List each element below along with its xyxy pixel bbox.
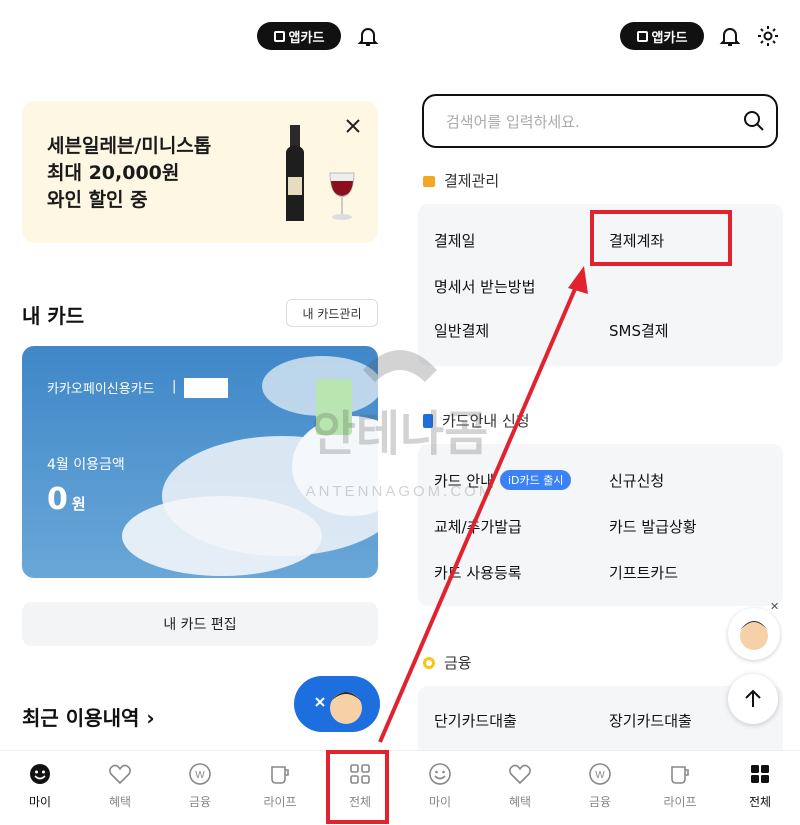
chevron-right-icon: › <box>146 706 155 730</box>
menu-gift-card[interactable]: 기프트카드 <box>609 562 678 583</box>
menu-long-term-loan[interactable]: 장기카드대출 <box>609 710 692 731</box>
svg-text:W: W <box>195 770 205 781</box>
menu-card-registration[interactable]: 카드 사용등록 <box>434 562 522 583</box>
id-card-badge: iD카드 출시 <box>499 470 572 490</box>
nav-my[interactable]: 마이 <box>0 761 80 810</box>
wine-image <box>286 125 355 221</box>
bell-icon[interactable] <box>718 24 742 48</box>
menu-new-application[interactable]: 신규신청 <box>609 470 664 491</box>
search-placeholder: 검색어를 입력하세요. <box>446 113 580 131</box>
card-name: 카카오페이신용카드 <box>47 382 155 397</box>
group-title-card-guide: 카드안내 신청 <box>422 410 530 431</box>
svg-text:W: W <box>595 770 605 781</box>
chatbot-bubble[interactable] <box>294 676 380 732</box>
wallet-icon <box>423 175 435 187</box>
menu-reissue[interactable]: 교체/추가발급 <box>434 516 522 537</box>
menu-short-term-loan[interactable]: 단기카드대출 <box>434 710 517 731</box>
scan-icon <box>636 30 648 42</box>
grid-icon <box>751 765 769 783</box>
card-separator: | <box>172 379 177 394</box>
wine-promo-banner[interactable]: 세븐일레븐/미니스톱 최대 20,000원 와인 할인 중 <box>22 101 378 243</box>
nav-life[interactable]: 라이프 <box>240 761 320 810</box>
nav-label: 마이 <box>428 795 452 809</box>
group-title-label: 금융 <box>444 654 472 672</box>
menu-statement-method[interactable]: 명세서 받는방법 <box>434 276 535 297</box>
avatar-icon <box>315 692 362 724</box>
appcard-button[interactable]: 앱카드 <box>620 22 704 50</box>
menu-sms-payment[interactable]: SMS결제 <box>609 320 669 341</box>
scroll-top-button[interactable] <box>728 674 778 724</box>
nav-finance[interactable]: W 금융 <box>560 761 640 810</box>
bottom-nav-right: 마이 혜택 W 금융 라이프 전체 <box>400 750 800 825</box>
manage-card-button[interactable]: 내 카드관리 <box>286 299 378 327</box>
nav-my[interactable]: 마이 <box>400 761 480 810</box>
menu-general-payment[interactable]: 일반결제 <box>434 320 489 341</box>
group-title-label: 카드안내 신청 <box>442 412 530 430</box>
card-thumbnail <box>316 379 352 435</box>
usage-label: 4월 이용금액 <box>47 457 125 473</box>
group-title-label: 결제관리 <box>444 172 500 190</box>
promo-text: 세븐일레븐/미니스톱 최대 20,000원 와인 할인 중 <box>47 133 211 214</box>
appcard-button[interactable]: 앱카드 <box>257 22 341 50</box>
credit-card[interactable]: 카카오페이신용카드 | 4월 이용금액 0원 <box>22 346 378 578</box>
recent-usage-title: 최근 이용내역 <box>22 706 140 730</box>
coin-icon: W <box>189 763 211 785</box>
highlight-payment-account <box>590 210 732 266</box>
nav-benefits[interactable]: 혜택 <box>80 761 160 810</box>
usage-amount: 0원 <box>47 482 86 517</box>
highlight-all-tab <box>326 750 389 824</box>
edit-card-button[interactable]: 내 카드 편집 <box>22 602 378 646</box>
search-input[interactable]: 검색어를 입력하세요. <box>422 94 778 148</box>
right-screen: 앱카드 검색어를 입력하세요. 결제관리 결제일 결제계좌 명세서 받는방법 일… <box>400 0 800 825</box>
nav-label: 혜택 <box>508 795 532 809</box>
appcard-label: 앱카드 <box>651 30 688 46</box>
nav-life[interactable]: 라이프 <box>640 761 720 810</box>
avatar-icon <box>740 621 768 650</box>
menu-card-guide-label: 카드 안내 <box>434 472 494 490</box>
masked-card-number <box>184 378 228 398</box>
left-screen: 앱카드 세븐일레븐/미니스톱 최대 20,000원 와인 할인 중 내 카드 내… <box>0 0 400 825</box>
appcard-label: 앱카드 <box>288 30 325 46</box>
bell-icon[interactable] <box>356 24 380 48</box>
nav-label: 금융 <box>588 795 612 809</box>
cup-icon <box>671 766 689 784</box>
nav-label: 라이프 <box>263 795 297 809</box>
group-title-payment: 결제관리 <box>422 170 499 191</box>
nav-benefits[interactable]: 혜택 <box>480 761 560 810</box>
nav-label: 혜택 <box>108 795 132 809</box>
menu-card-guide[interactable]: 카드 안내 iD카드 출시 <box>434 470 572 491</box>
nav-label: 금융 <box>188 795 212 809</box>
nav-label: 전체 <box>748 795 772 809</box>
coin-icon <box>423 656 435 669</box>
recent-usage-link[interactable]: 최근 이용내역 › <box>22 702 155 731</box>
chatbot-avatar[interactable] <box>728 608 780 660</box>
cup-icon <box>271 766 289 784</box>
group-title-finance: 금융 <box>422 652 472 673</box>
nav-all[interactable]: 전체 <box>720 761 800 810</box>
arrow-up-icon <box>745 689 761 707</box>
scan-icon <box>273 30 285 42</box>
gear-icon[interactable] <box>756 24 780 48</box>
coin-icon: W <box>589 763 611 785</box>
promo-line-2: 최대 20,000원 <box>47 162 180 184</box>
nav-label: 라이프 <box>663 795 697 809</box>
menu-payment-date[interactable]: 결제일 <box>434 230 475 251</box>
search-icon[interactable] <box>742 109 766 133</box>
heart-icon <box>509 764 531 785</box>
menu-issue-status[interactable]: 카드 발급상황 <box>609 516 697 537</box>
amount-unit: 원 <box>71 495 86 513</box>
amount-value: 0 <box>47 482 68 517</box>
my-card-title: 내 카드 <box>22 304 85 328</box>
smile-icon <box>429 763 451 785</box>
promo-line-1: 세븐일레븐/미니스톱 <box>47 135 212 157</box>
nav-finance[interactable]: W 금융 <box>160 761 240 810</box>
group-box-card-guide: 카드 안내 iD카드 출시 신규신청 교체/추가발급 카드 발급상황 카드 사용등… <box>418 444 783 606</box>
heart-icon <box>109 764 131 785</box>
card-icon <box>423 413 433 428</box>
smile-icon <box>30 764 50 784</box>
nav-label: 마이 <box>28 795 52 809</box>
promo-line-3: 와인 할인 중 <box>47 189 148 211</box>
